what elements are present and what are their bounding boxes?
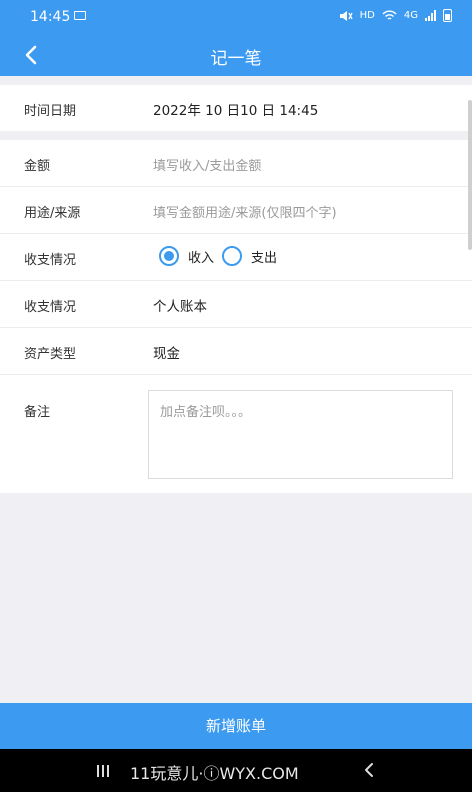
status-time: 14:45	[30, 9, 71, 25]
remark-placeholder: 加点备注呗。。。	[160, 405, 252, 420]
income-radio[interactable]	[159, 246, 179, 266]
remark-row: 备注 加点备注呗。。。	[0, 375, 472, 493]
remark-textarea[interactable]: 加点备注呗。。。	[148, 390, 453, 479]
system-back-icon[interactable]	[360, 761, 378, 779]
remark-label: 备注	[24, 405, 51, 420]
account-label: 收支情况	[24, 300, 77, 315]
purpose-row: 用途/来源 填写金额用途/来源(仅限四个字)	[0, 187, 472, 234]
wifi-icon	[382, 10, 397, 20]
status-icons: HD 4G	[339, 9, 452, 22]
system-nav-bar: 11玩意儿·ⓘWYX.COM	[0, 749, 472, 792]
asset-row[interactable]: 资产类型 现金	[0, 328, 472, 375]
status-bar: 14:45 HD 4G	[0, 0, 472, 34]
asset-label: 资产类型	[24, 347, 77, 362]
asset-value[interactable]: 现金	[153, 342, 180, 362]
datetime-label: 时间日期	[24, 104, 77, 119]
income-label[interactable]: 收入	[188, 247, 214, 266]
form-section: 金额 填写收入/支出金额 用途/来源 填写金额用途/来源(仅限四个字) 收支情况…	[0, 140, 472, 493]
page-title: 记一笔	[210, 49, 262, 69]
amount-row: 金额 填写收入/支出金额	[0, 140, 472, 187]
4g-label: 4G	[403, 10, 418, 21]
purpose-input[interactable]: 填写金额用途/来源(仅限四个字)	[153, 202, 337, 221]
account-row[interactable]: 收支情况 个人账本	[0, 281, 472, 328]
header: 记一笔	[0, 34, 472, 76]
flow-label: 收支情况	[24, 253, 77, 268]
watermark-text: 11玩意儿·ⓘWYX.COM	[130, 764, 299, 783]
signal-icon	[425, 10, 436, 21]
expense-radio[interactable]	[222, 246, 243, 266]
amount-input[interactable]: 填写收入/支出金额	[153, 155, 261, 174]
purpose-label: 用途/来源	[24, 206, 81, 221]
flow-row: 收支情况 收入 支出	[0, 234, 472, 281]
account-value[interactable]: 个人账本	[153, 295, 207, 315]
gallery-icon	[74, 11, 86, 20]
scrollbar[interactable]	[468, 100, 472, 250]
flow-radio-group: 收入 支出	[159, 246, 285, 266]
hd-label: HD	[359, 10, 375, 21]
add-bill-button[interactable]: 新增账单	[0, 703, 472, 749]
datetime-section: 时间日期 2022年 10 日10 日 14:45	[0, 85, 472, 131]
battery-icon	[443, 9, 452, 22]
expense-label[interactable]: 支出	[251, 247, 277, 266]
recent-apps-icon[interactable]	[97, 765, 109, 777]
datetime-value[interactable]: 2022年 10 日10 日 14:45	[153, 99, 318, 119]
datetime-row[interactable]: 时间日期 2022年 10 日10 日 14:45	[0, 85, 472, 131]
amount-label: 金额	[24, 159, 51, 174]
mute-icon	[339, 10, 353, 21]
